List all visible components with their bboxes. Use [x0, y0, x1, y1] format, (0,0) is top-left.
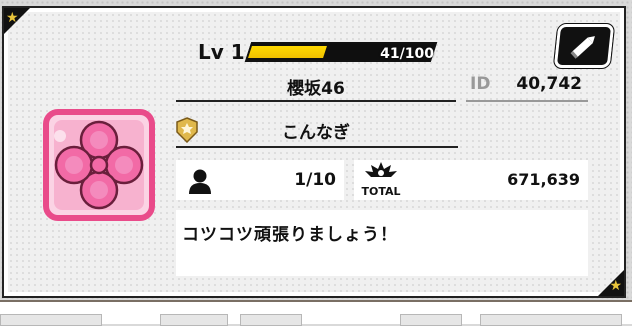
strip-tab — [400, 314, 462, 326]
person-icon — [189, 169, 211, 194]
username: こんなぎ — [282, 123, 350, 143]
id-label: ID — [470, 74, 491, 94]
pink-flower-emblem — [43, 109, 155, 221]
player-count-box: 1/10 — [176, 160, 344, 200]
id-underline — [466, 100, 588, 102]
strip-tab — [240, 314, 302, 326]
team-name: 櫻坂46 — [287, 79, 345, 99]
exp-bar-fill — [248, 46, 327, 58]
explosion-total-icon: TOTAL — [361, 162, 401, 198]
bottom-strip — [0, 300, 632, 326]
username-underline — [176, 146, 458, 148]
strip-tab — [160, 314, 228, 326]
pencil-icon — [570, 36, 595, 59]
id-value: 40,742 — [516, 74, 582, 94]
total-label: TOTAL — [361, 185, 400, 198]
total-value: 671,639 — [507, 170, 580, 189]
player-count: 1/10 — [294, 170, 336, 190]
strip-tab — [0, 314, 102, 326]
edit-profile-button[interactable] — [553, 24, 615, 68]
total-score-box: TOTAL 671,639 — [354, 160, 588, 200]
exp-text: 41/100 — [380, 46, 434, 62]
comment-box: コツコツ頑張りましょう！ — [176, 210, 588, 276]
comment-text: コツコツ頑張りましょう！ — [182, 225, 398, 245]
level-label: Lv 1 — [198, 40, 245, 64]
strip-tab — [480, 314, 622, 326]
team-name-underline — [176, 100, 456, 102]
